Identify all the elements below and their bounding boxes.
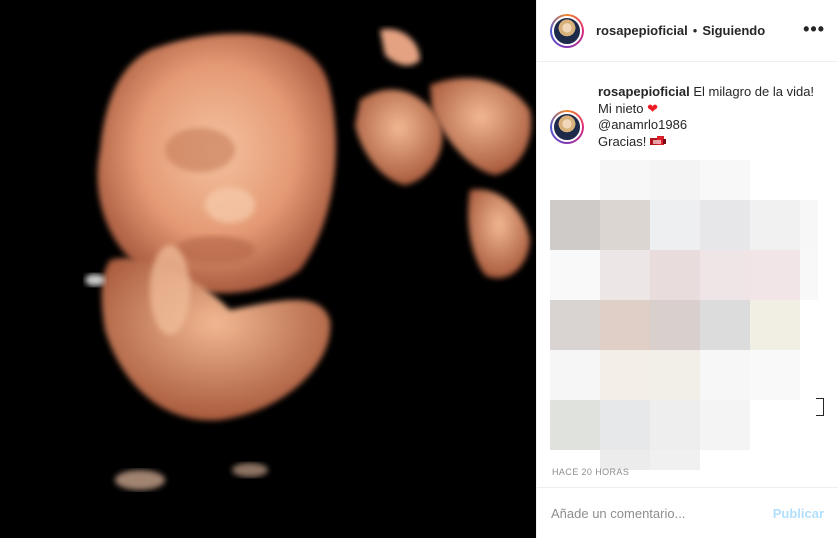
pixel-block — [600, 160, 650, 200]
pixel-block — [600, 200, 650, 250]
avatar-image — [552, 15, 582, 46]
heart-icon: ❤ — [647, 100, 659, 116]
pixel-block — [800, 250, 818, 300]
caption-text-2: Mi nieto — [598, 100, 644, 116]
ultrasound-image — [0, 0, 536, 538]
pixel-block — [650, 200, 700, 250]
pixel-block — [700, 250, 750, 300]
avatar-image — [552, 112, 582, 142]
username-link[interactable]: rosapepioficial — [596, 23, 688, 38]
pixel-block — [550, 400, 600, 450]
pixel-block — [600, 300, 650, 350]
pixel-block — [650, 300, 700, 350]
caption-text-1: El milagro de la vida! — [693, 84, 815, 99]
separator-dot: • — [692, 23, 698, 38]
pixel-block — [700, 400, 750, 450]
pixel-block — [700, 350, 750, 400]
pixel-block — [550, 350, 600, 400]
post-header: rosapepioficial • Siguiendo ••• — [537, 0, 838, 62]
caption-line-1: rosapepioficial El milagro de la vida! — [598, 84, 814, 101]
bracket-icon — [816, 398, 824, 416]
pixel-block — [750, 350, 800, 400]
pixel-block — [800, 200, 818, 250]
pixel-block — [650, 160, 700, 200]
pixel-block — [650, 400, 700, 450]
pixel-block — [600, 350, 650, 400]
caption-text: rosapepioficial El milagro de la vida! M… — [598, 84, 814, 150]
caption-line-4: Gracias! — [598, 134, 814, 151]
caption-text-4: Gracias! — [598, 133, 647, 149]
pixel-block — [650, 350, 700, 400]
post-image[interactable] — [0, 0, 536, 538]
pixel-block — [700, 300, 750, 350]
pixel-block — [750, 200, 800, 250]
pixel-block — [650, 250, 700, 300]
comment-input[interactable] — [551, 505, 771, 521]
pixel-block — [750, 250, 800, 300]
pixel-block — [600, 400, 650, 450]
pixel-block — [550, 200, 600, 250]
caption-line-2: Mi nieto ❤ — [598, 101, 814, 118]
pixel-block — [650, 450, 700, 470]
pixel-block — [550, 250, 600, 300]
caption-mention-link[interactable]: @anamrlo1986 — [598, 117, 814, 134]
post-timestamp: HACE 20 HORAS — [552, 467, 630, 477]
avatar[interactable] — [550, 13, 584, 48]
pixel-block — [600, 250, 650, 300]
pixel-block — [700, 160, 750, 200]
comment-bar: Publicar — [536, 487, 838, 538]
pixel-block — [550, 300, 600, 350]
more-horizontal-icon[interactable]: ••• — [803, 20, 825, 38]
post-caption: rosapepioficial El milagro de la vida! M… — [550, 84, 830, 150]
emoji-icon — [650, 135, 667, 145]
following-button[interactable]: Siguiendo — [702, 23, 765, 38]
post-comment-button[interactable]: Publicar — [773, 506, 824, 521]
pixel-block — [750, 300, 800, 350]
pixel-block — [700, 200, 750, 250]
caption-avatar[interactable] — [550, 110, 584, 144]
caption-username-link[interactable]: rosapepioficial — [598, 84, 690, 99]
pixelated-comments — [550, 160, 818, 470]
